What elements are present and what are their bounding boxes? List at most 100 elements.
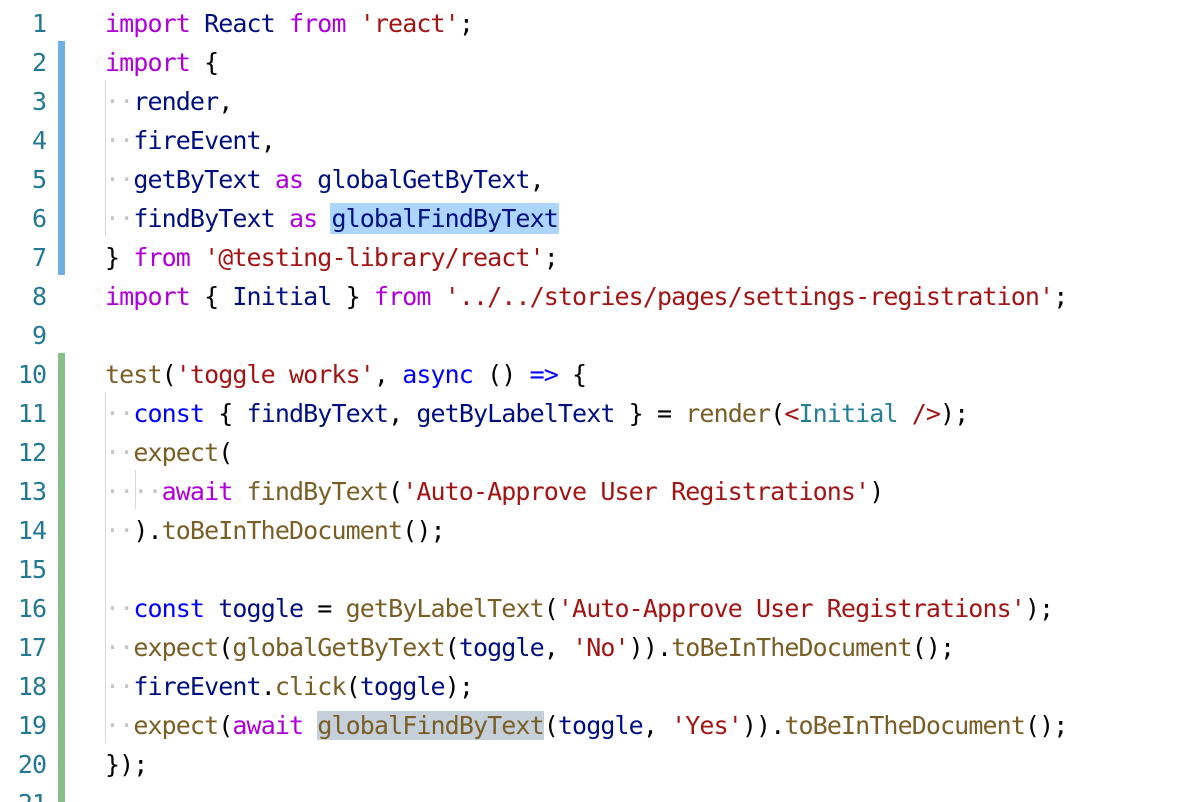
code-line[interactable]: 7 } from '@testing-library/react'; bbox=[0, 236, 1200, 275]
code-token: , bbox=[543, 633, 573, 662]
code-token: 'react' bbox=[359, 9, 460, 38]
code-text[interactable]: import { bbox=[105, 41, 219, 80]
line-number: 7 bbox=[31, 243, 47, 272]
code-text[interactable]: ··const { findByText, getByLabelText } =… bbox=[105, 392, 969, 431]
gutter-added-marker[interactable] bbox=[58, 548, 65, 587]
gutter-modified-marker[interactable] bbox=[58, 80, 65, 119]
code-text[interactable]: }); bbox=[105, 743, 148, 782]
code-token: } bbox=[331, 282, 374, 311]
code-token: '../../stories/pages/settings-registrati… bbox=[444, 282, 1054, 311]
line-number: 17 bbox=[17, 633, 47, 662]
code-text[interactable]: ··expect( bbox=[105, 431, 233, 470]
code-line[interactable]: 14 ··).toBeInTheDocument(); bbox=[0, 509, 1200, 548]
code-token: import bbox=[105, 48, 191, 77]
code-text[interactable]: import React from 'react'; bbox=[105, 2, 474, 41]
whitespace-marker: ·· bbox=[105, 438, 134, 467]
code-token: toBeInTheDocument bbox=[161, 516, 403, 545]
gutter-added-marker[interactable] bbox=[58, 743, 65, 782]
code-token: render bbox=[685, 399, 771, 428]
code-line[interactable]: 12 ··expect( bbox=[0, 431, 1200, 470]
gutter-modified-marker[interactable] bbox=[58, 197, 65, 236]
code-token: render bbox=[133, 87, 219, 116]
line-number: 15 bbox=[17, 555, 47, 584]
code-text[interactable]: ··expect(await globalFindByText(toggle, … bbox=[105, 704, 1068, 743]
code-token: as bbox=[288, 204, 318, 233]
code-token: , bbox=[218, 87, 233, 116]
gutter-modified-marker[interactable] bbox=[58, 236, 65, 275]
code-line[interactable]: 1 import React from 'react'; bbox=[0, 2, 1200, 41]
code-text[interactable]: ··fireEvent, bbox=[105, 119, 276, 158]
code-line[interactable]: 8 import { Initial } from '../../stories/… bbox=[0, 275, 1200, 314]
gutter-added-marker[interactable] bbox=[58, 704, 65, 743]
code-token: fireEvent bbox=[133, 126, 261, 155]
code-token: import bbox=[105, 9, 191, 38]
gutter-added-marker[interactable] bbox=[58, 587, 65, 626]
code-token: { bbox=[204, 399, 247, 428]
code-text[interactable]: ··expect(globalGetByText(toggle, 'No')).… bbox=[105, 626, 955, 665]
code-text[interactable]: ··render, bbox=[105, 80, 233, 119]
code-line[interactable]: 16 ··const toggle = getByLabelText('Auto-… bbox=[0, 587, 1200, 626]
code-line[interactable]: 18 ··fireEvent.click(toggle); bbox=[0, 665, 1200, 704]
code-line[interactable]: 15 bbox=[0, 548, 1200, 587]
code-text[interactable]: ··const toggle = getByLabelText('Auto-Ap… bbox=[105, 587, 1054, 626]
code-token: /> bbox=[897, 399, 941, 428]
code-line[interactable]: 21 bbox=[0, 782, 1200, 802]
code-line[interactable]: 11 ··const { findByText, getByLabelText }… bbox=[0, 392, 1200, 431]
gutter-modified-marker[interactable] bbox=[58, 119, 65, 158]
code-text[interactable]: ····await findByText('Auto-Approve User … bbox=[105, 470, 884, 509]
code-text[interactable]: test('toggle works', async () => { bbox=[105, 353, 587, 392]
line-number: 9 bbox=[31, 321, 47, 350]
line-number: 5 bbox=[31, 165, 47, 194]
code-line[interactable]: 5 ··getByText as globalGetByText, bbox=[0, 158, 1200, 197]
gutter-added-marker[interactable] bbox=[58, 782, 65, 802]
code-editor[interactable]: 1 import React from 'react'; 2 import {3 ··r… bbox=[0, 0, 1200, 802]
code-token: } = bbox=[614, 399, 686, 428]
whitespace-marker: ·· bbox=[105, 633, 134, 662]
line-number: 19 bbox=[17, 711, 47, 740]
code-line[interactable]: 17 ··expect(globalGetByText(toggle, 'No')… bbox=[0, 626, 1200, 665]
line-number: 2 bbox=[31, 48, 47, 77]
whitespace-marker: ···· bbox=[105, 477, 163, 506]
code-line[interactable]: 4 ··fireEvent, bbox=[0, 119, 1200, 158]
code-text[interactable]: ··getByText as globalGetByText, bbox=[105, 158, 545, 197]
code-text[interactable]: ··findByText as globalFindByText bbox=[105, 197, 559, 236]
whitespace-marker: ·· bbox=[105, 204, 134, 233]
gutter-added-marker[interactable] bbox=[58, 665, 65, 704]
code-text[interactable]: import { Initial } from '../../stories/p… bbox=[105, 275, 1068, 314]
gutter-added-marker[interactable] bbox=[58, 470, 65, 509]
gutter-added-marker[interactable] bbox=[58, 392, 65, 431]
code-token: ( bbox=[543, 711, 559, 740]
gutter-added-marker[interactable] bbox=[58, 353, 65, 392]
code-token: 'No' bbox=[572, 633, 630, 662]
whitespace-marker: ·· bbox=[105, 594, 134, 623]
code-text[interactable]: ··fireEvent.click(toggle); bbox=[105, 665, 474, 704]
code-line[interactable]: 19 ··expect(await globalFindByText(toggle… bbox=[0, 704, 1200, 743]
code-token: async bbox=[402, 360, 474, 389]
code-line[interactable]: 6 ··findByText as globalFindByText bbox=[0, 197, 1200, 236]
gutter-modified-marker[interactable] bbox=[58, 158, 65, 197]
code-line[interactable]: 2 import { bbox=[0, 41, 1200, 80]
gutter-added-marker[interactable] bbox=[58, 509, 65, 548]
line-number: 8 bbox=[31, 282, 47, 311]
code-line[interactable]: 10 test('toggle works', async () => { bbox=[0, 353, 1200, 392]
code-text[interactable]: ··).toBeInTheDocument(); bbox=[105, 509, 446, 548]
gutter-modified-marker[interactable] bbox=[58, 41, 65, 80]
code-token: = bbox=[303, 594, 346, 623]
code-token: from bbox=[373, 282, 432, 311]
code-text[interactable]: } from '@testing-library/react'; bbox=[105, 236, 559, 275]
gutter-added-marker[interactable] bbox=[58, 431, 65, 470]
code-line[interactable]: 13 ····await findByText('Auto-Approve Use… bbox=[0, 470, 1200, 509]
whitespace-marker: ·· bbox=[105, 672, 134, 701]
code-line[interactable]: 20}); bbox=[0, 743, 1200, 782]
code-token: { bbox=[557, 360, 587, 389]
gutter-added-marker[interactable] bbox=[58, 626, 65, 665]
code-token: getByLabelText bbox=[416, 399, 615, 428]
line-number: 14 bbox=[17, 516, 47, 545]
code-token: await bbox=[161, 477, 234, 506]
line-number: 13 bbox=[17, 477, 47, 506]
code-line[interactable]: 3 ··render, bbox=[0, 80, 1200, 119]
code-line[interactable]: 9 bbox=[0, 314, 1200, 353]
